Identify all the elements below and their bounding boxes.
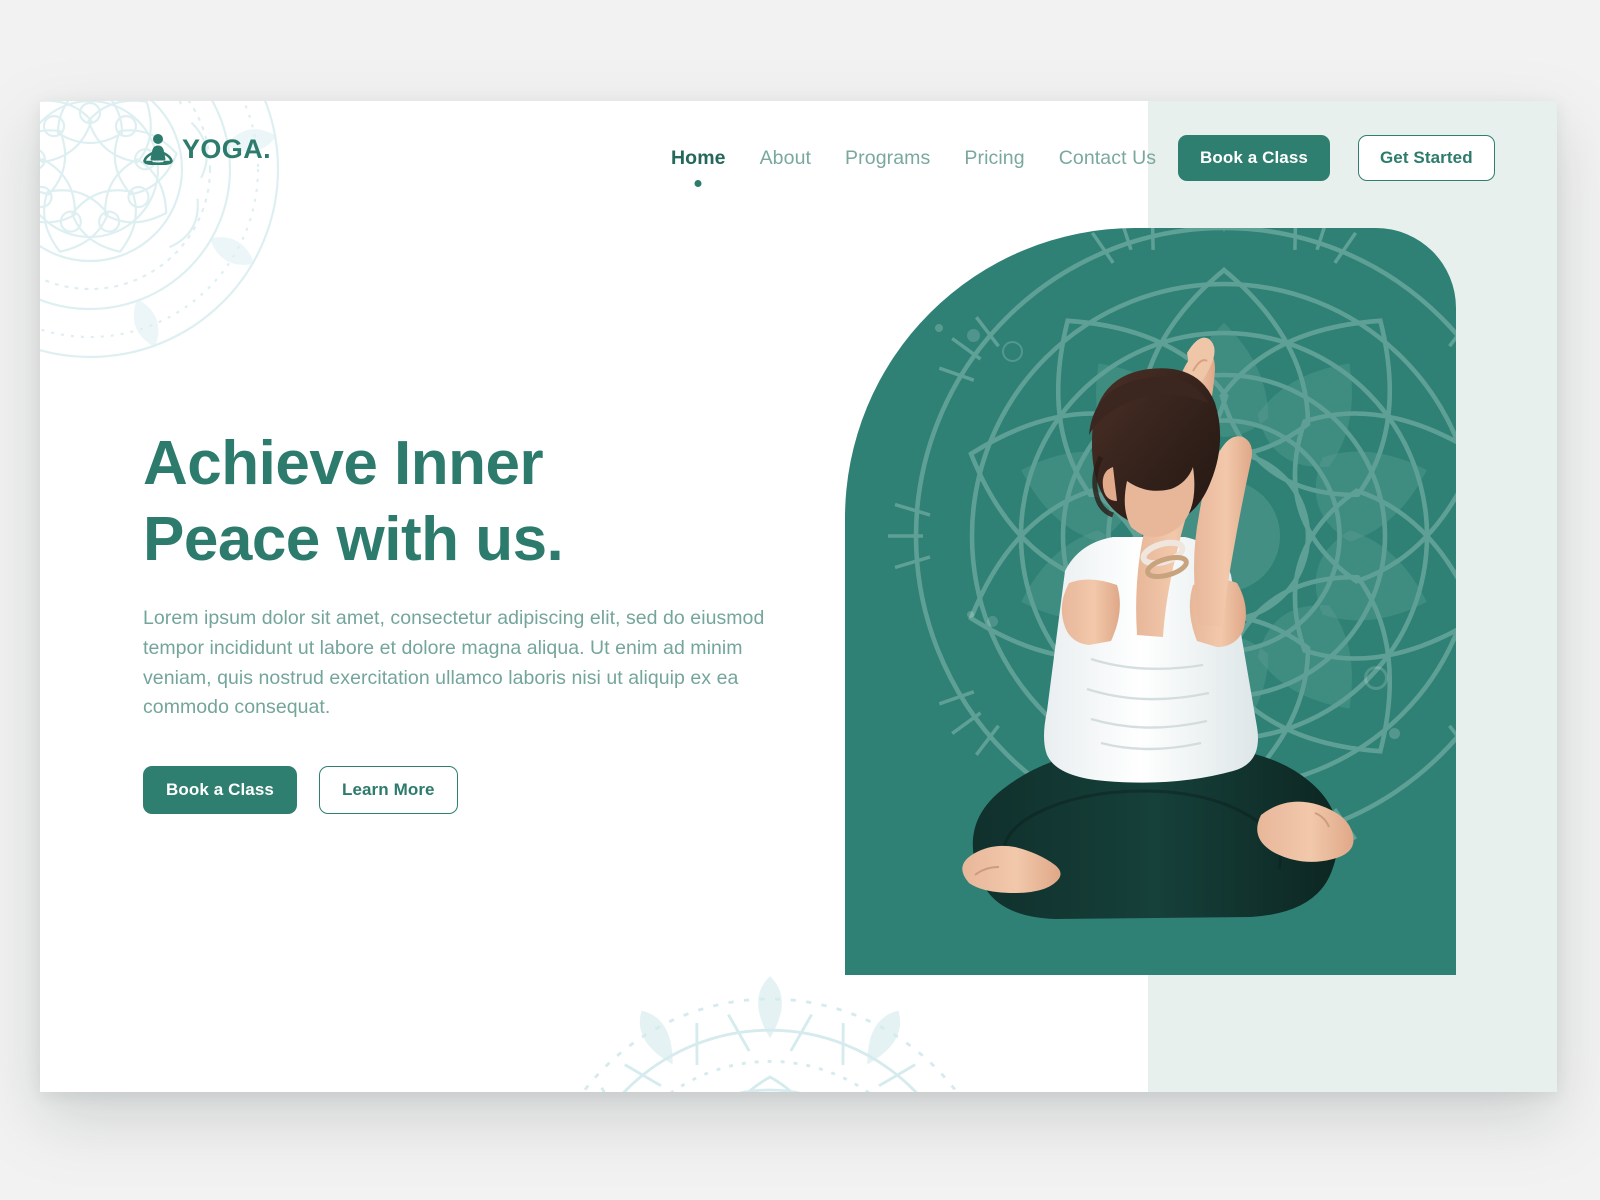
hero-book-a-class-button[interactable]: Book a Class	[143, 765, 297, 814]
page-card: Achieve Inner Peace with us. Lorem ipsum…	[40, 101, 1557, 1092]
header-actions: Book a Class Get Started	[1178, 135, 1495, 181]
hero-description: Lorem ipsum dolor sit amet, consectetur …	[143, 607, 765, 719]
brand-name: YOGA.	[182, 133, 272, 164]
hero-copy: Achieve Inner Peace with us. Lorem ipsum…	[143, 426, 823, 814]
brand-logo[interactable]: YOGA.	[143, 133, 271, 165]
nav-item-about[interactable]: About	[758, 143, 813, 174]
yoga-pose-photo	[962, 337, 1354, 919]
meditating-person-icon	[143, 134, 173, 165]
nav-item-label: Home	[671, 147, 726, 169]
hero-actions: Book a Class Learn More	[143, 765, 823, 814]
hero-learn-more-button[interactable]: Learn More	[318, 765, 458, 814]
active-indicator-dot	[694, 180, 702, 187]
nav-item-contact-us[interactable]: Contact Us	[1057, 143, 1158, 174]
nav-item-home[interactable]: Home	[669, 143, 728, 187]
sparkle-dot-icon	[1389, 728, 1400, 739]
nav-item-pricing[interactable]: Pricing	[962, 143, 1026, 174]
header-book-a-class-button[interactable]: Book a Class	[1178, 135, 1330, 181]
headline-line-1: Achieve Inner	[143, 429, 544, 498]
main-navigation: Home About Programs Pricing Contact Us	[669, 143, 1158, 187]
headline-line-2: Peace with us.	[143, 504, 564, 574]
page-title: Achieve Inner Peace with us.	[143, 426, 823, 577]
header-get-started-button[interactable]: Get Started	[1357, 135, 1495, 181]
nav-item-programs[interactable]: Programs	[843, 143, 932, 174]
site-header: YOGA. Home About Programs Pricing Contac…	[40, 101, 1557, 219]
hero-image	[845, 228, 1456, 975]
